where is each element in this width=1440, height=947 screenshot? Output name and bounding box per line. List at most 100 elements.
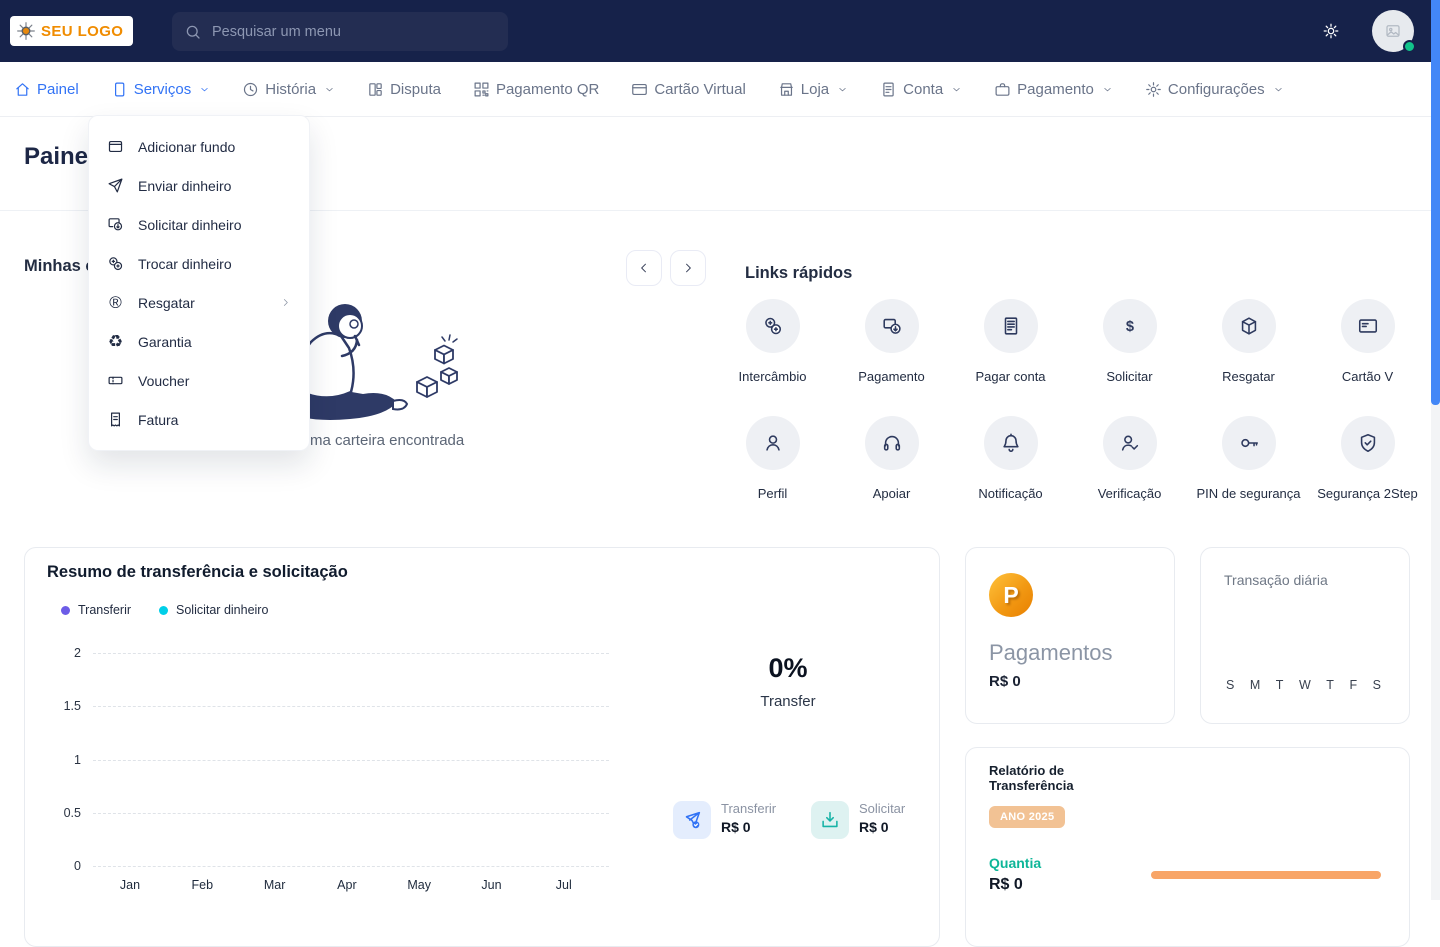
- quick-link-cartao-v[interactable]: Cartão V: [1308, 299, 1427, 416]
- stat-value: R$ 0: [721, 819, 776, 835]
- quick-link-resgatar[interactable]: Resgatar: [1189, 299, 1308, 416]
- dropdown-item-trocar-dinheiro[interactable]: Trocar dinheiro: [89, 244, 309, 283]
- stat-value: R$ 0: [859, 819, 905, 835]
- chevron-down-icon: [1102, 84, 1113, 95]
- gridline-y-2: [93, 653, 609, 654]
- chevron-down-icon: [1273, 84, 1284, 95]
- x-axis-tick-label: Apr: [337, 878, 356, 892]
- logo-text: SEU LOGO: [41, 23, 123, 40]
- summary-card-title: Resumo de transferência e solicitação: [47, 563, 348, 582]
- quick-link-pagar-conta[interactable]: Pagar conta: [951, 299, 1070, 416]
- quick-link-label: Perfil: [758, 486, 788, 501]
- quick-link-pin-de-seguranca[interactable]: PIN de segurança: [1189, 416, 1308, 533]
- dropdown-item-solicitar-dinheiro[interactable]: Solicitar dinheiro: [89, 205, 309, 244]
- legend-item-solicitar-dinheiro[interactable]: Solicitar dinheiro: [159, 603, 268, 617]
- request-money-icon: [107, 216, 124, 233]
- quick-link-seguranca-2step[interactable]: Segurança 2Step: [1308, 416, 1427, 533]
- menubar-item-historia[interactable]: História: [242, 81, 335, 98]
- dropdown-item-enviar-dinheiro[interactable]: Enviar dinheiro: [89, 166, 309, 205]
- gridline-y-1: [93, 760, 609, 761]
- plane-check-icon: [681, 809, 703, 831]
- menubar-item-pagamento[interactable]: Pagamento: [994, 81, 1113, 98]
- quick-link-label: Intercâmbio: [739, 369, 807, 384]
- quick-link-verificacao[interactable]: Verificação: [1070, 416, 1189, 533]
- main-menubar: Painel Serviços História Disputa Pagamento Q…: [0, 62, 1440, 117]
- card-icon: [1357, 315, 1379, 337]
- file-icon: [111, 81, 128, 98]
- legend-item-transferir[interactable]: Transferir: [61, 603, 131, 617]
- menubar-item-servicos[interactable]: Serviços: [111, 81, 211, 98]
- report-year-badge: ANO 2025: [989, 806, 1065, 828]
- gear-icon: [1145, 81, 1162, 98]
- store-icon: [778, 81, 795, 98]
- scrollbar-thumb[interactable]: [1431, 0, 1440, 405]
- dropdown-item-fatura[interactable]: Fatura: [89, 400, 309, 439]
- quick-link-circle: [1222, 299, 1276, 353]
- report-amount-value: R$ 0: [989, 876, 1023, 894]
- stat-tile: [673, 801, 711, 839]
- menubar-item-pagamento-qr[interactable]: Pagamento QR: [473, 81, 599, 98]
- wallets-carousel-prev-button[interactable]: [626, 250, 662, 286]
- coins-exchange-icon: [762, 315, 784, 337]
- quick-link-solicitar[interactable]: $Solicitar: [1070, 299, 1189, 416]
- menu-search[interactable]: [172, 12, 508, 51]
- avatar-image-placeholder-icon: [1384, 22, 1402, 40]
- dropdown-item-label: Resgatar: [138, 295, 195, 311]
- weekday-letter: S: [1373, 678, 1381, 692]
- dropdown-item-adicionar-fundo[interactable]: Adicionar fundo: [89, 127, 309, 166]
- menubar-item-cartao-virtual[interactable]: Cartão Virtual: [631, 81, 745, 98]
- services-dropdown-menu: Adicionar fundoEnviar dinheiroSolicitar …: [88, 115, 310, 451]
- quick-link-intercambio[interactable]: Intercâmbio: [713, 299, 832, 416]
- quick-link-label: Cartão V: [1342, 369, 1393, 384]
- weekday-letter: F: [1349, 678, 1357, 692]
- theme-toggle-sun-icon[interactable]: [1322, 22, 1340, 40]
- menubar-item-conta[interactable]: Conta: [880, 81, 962, 98]
- quick-link-pagamento[interactable]: Pagamento: [832, 299, 951, 416]
- dropdown-item-garantia[interactable]: ♻Garantia: [89, 322, 309, 361]
- key-icon: [1238, 432, 1260, 454]
- x-axis-tick-label: Mar: [264, 878, 286, 892]
- quick-link-label: Pagar conta: [975, 369, 1045, 384]
- menubar-item-painel[interactable]: Painel: [14, 81, 79, 98]
- transfer-percent-value: 0%: [723, 653, 853, 684]
- weekday-letter: S: [1226, 678, 1234, 692]
- cube-icon: [1238, 315, 1260, 337]
- quick-link-notificacao[interactable]: Notificação: [951, 416, 1070, 533]
- stat-solicitar: SolicitarR$ 0: [811, 801, 905, 839]
- quick-link-circle: [1341, 299, 1395, 353]
- menubar-item-label: Serviços: [134, 81, 192, 98]
- chevron-right-icon: [681, 261, 695, 275]
- user-avatar[interactable]: [1372, 10, 1414, 52]
- home-icon: [14, 81, 31, 98]
- top-navbar: SEU LOGO: [0, 0, 1440, 62]
- search-input[interactable]: [212, 24, 496, 40]
- weekday-labels: SMTWTFS: [1226, 678, 1381, 692]
- user-check-icon: [1119, 432, 1141, 454]
- chevron-down-icon: [324, 84, 335, 95]
- page-scrollbar: [1431, 0, 1440, 900]
- briefcase-icon: [994, 81, 1011, 98]
- dropdown-item-label: Trocar dinheiro: [138, 256, 232, 272]
- app-logo[interactable]: SEU LOGO: [10, 16, 133, 46]
- chart-plot-area: 00.511.52JanFebMarAprMayJunJul: [93, 653, 609, 866]
- quick-link-label: Notificação: [978, 486, 1042, 501]
- menubar-item-disputa[interactable]: Disputa: [367, 81, 441, 98]
- quick-link-apoiar[interactable]: Apoiar: [832, 416, 951, 533]
- payments-logo: P: [989, 573, 1033, 617]
- menubar-item-configuracoes[interactable]: Configurações: [1145, 81, 1284, 98]
- menubar-item-label: Cartão Virtual: [654, 81, 745, 98]
- dropdown-item-resgatar[interactable]: ®Resgatar: [89, 283, 309, 322]
- chevron-down-icon: [837, 84, 848, 95]
- dropdown-item-voucher[interactable]: Voucher: [89, 361, 309, 400]
- menubar-item-loja[interactable]: Loja: [778, 81, 848, 98]
- wallets-carousel-next-button[interactable]: [670, 250, 706, 286]
- logo-gem-icon: [16, 21, 36, 41]
- recycle-icon: ♻: [107, 333, 124, 350]
- payments-card[interactable]: P Pagamentos R$ 0: [965, 547, 1175, 724]
- report-amount-bar: [1151, 871, 1381, 879]
- chevron-right-icon: [280, 297, 291, 308]
- stat-transferir: TransferirR$ 0: [673, 801, 776, 839]
- legend-dot: [159, 606, 168, 615]
- quick-link-circle: [865, 416, 919, 470]
- quick-link-perfil[interactable]: Perfil: [713, 416, 832, 533]
